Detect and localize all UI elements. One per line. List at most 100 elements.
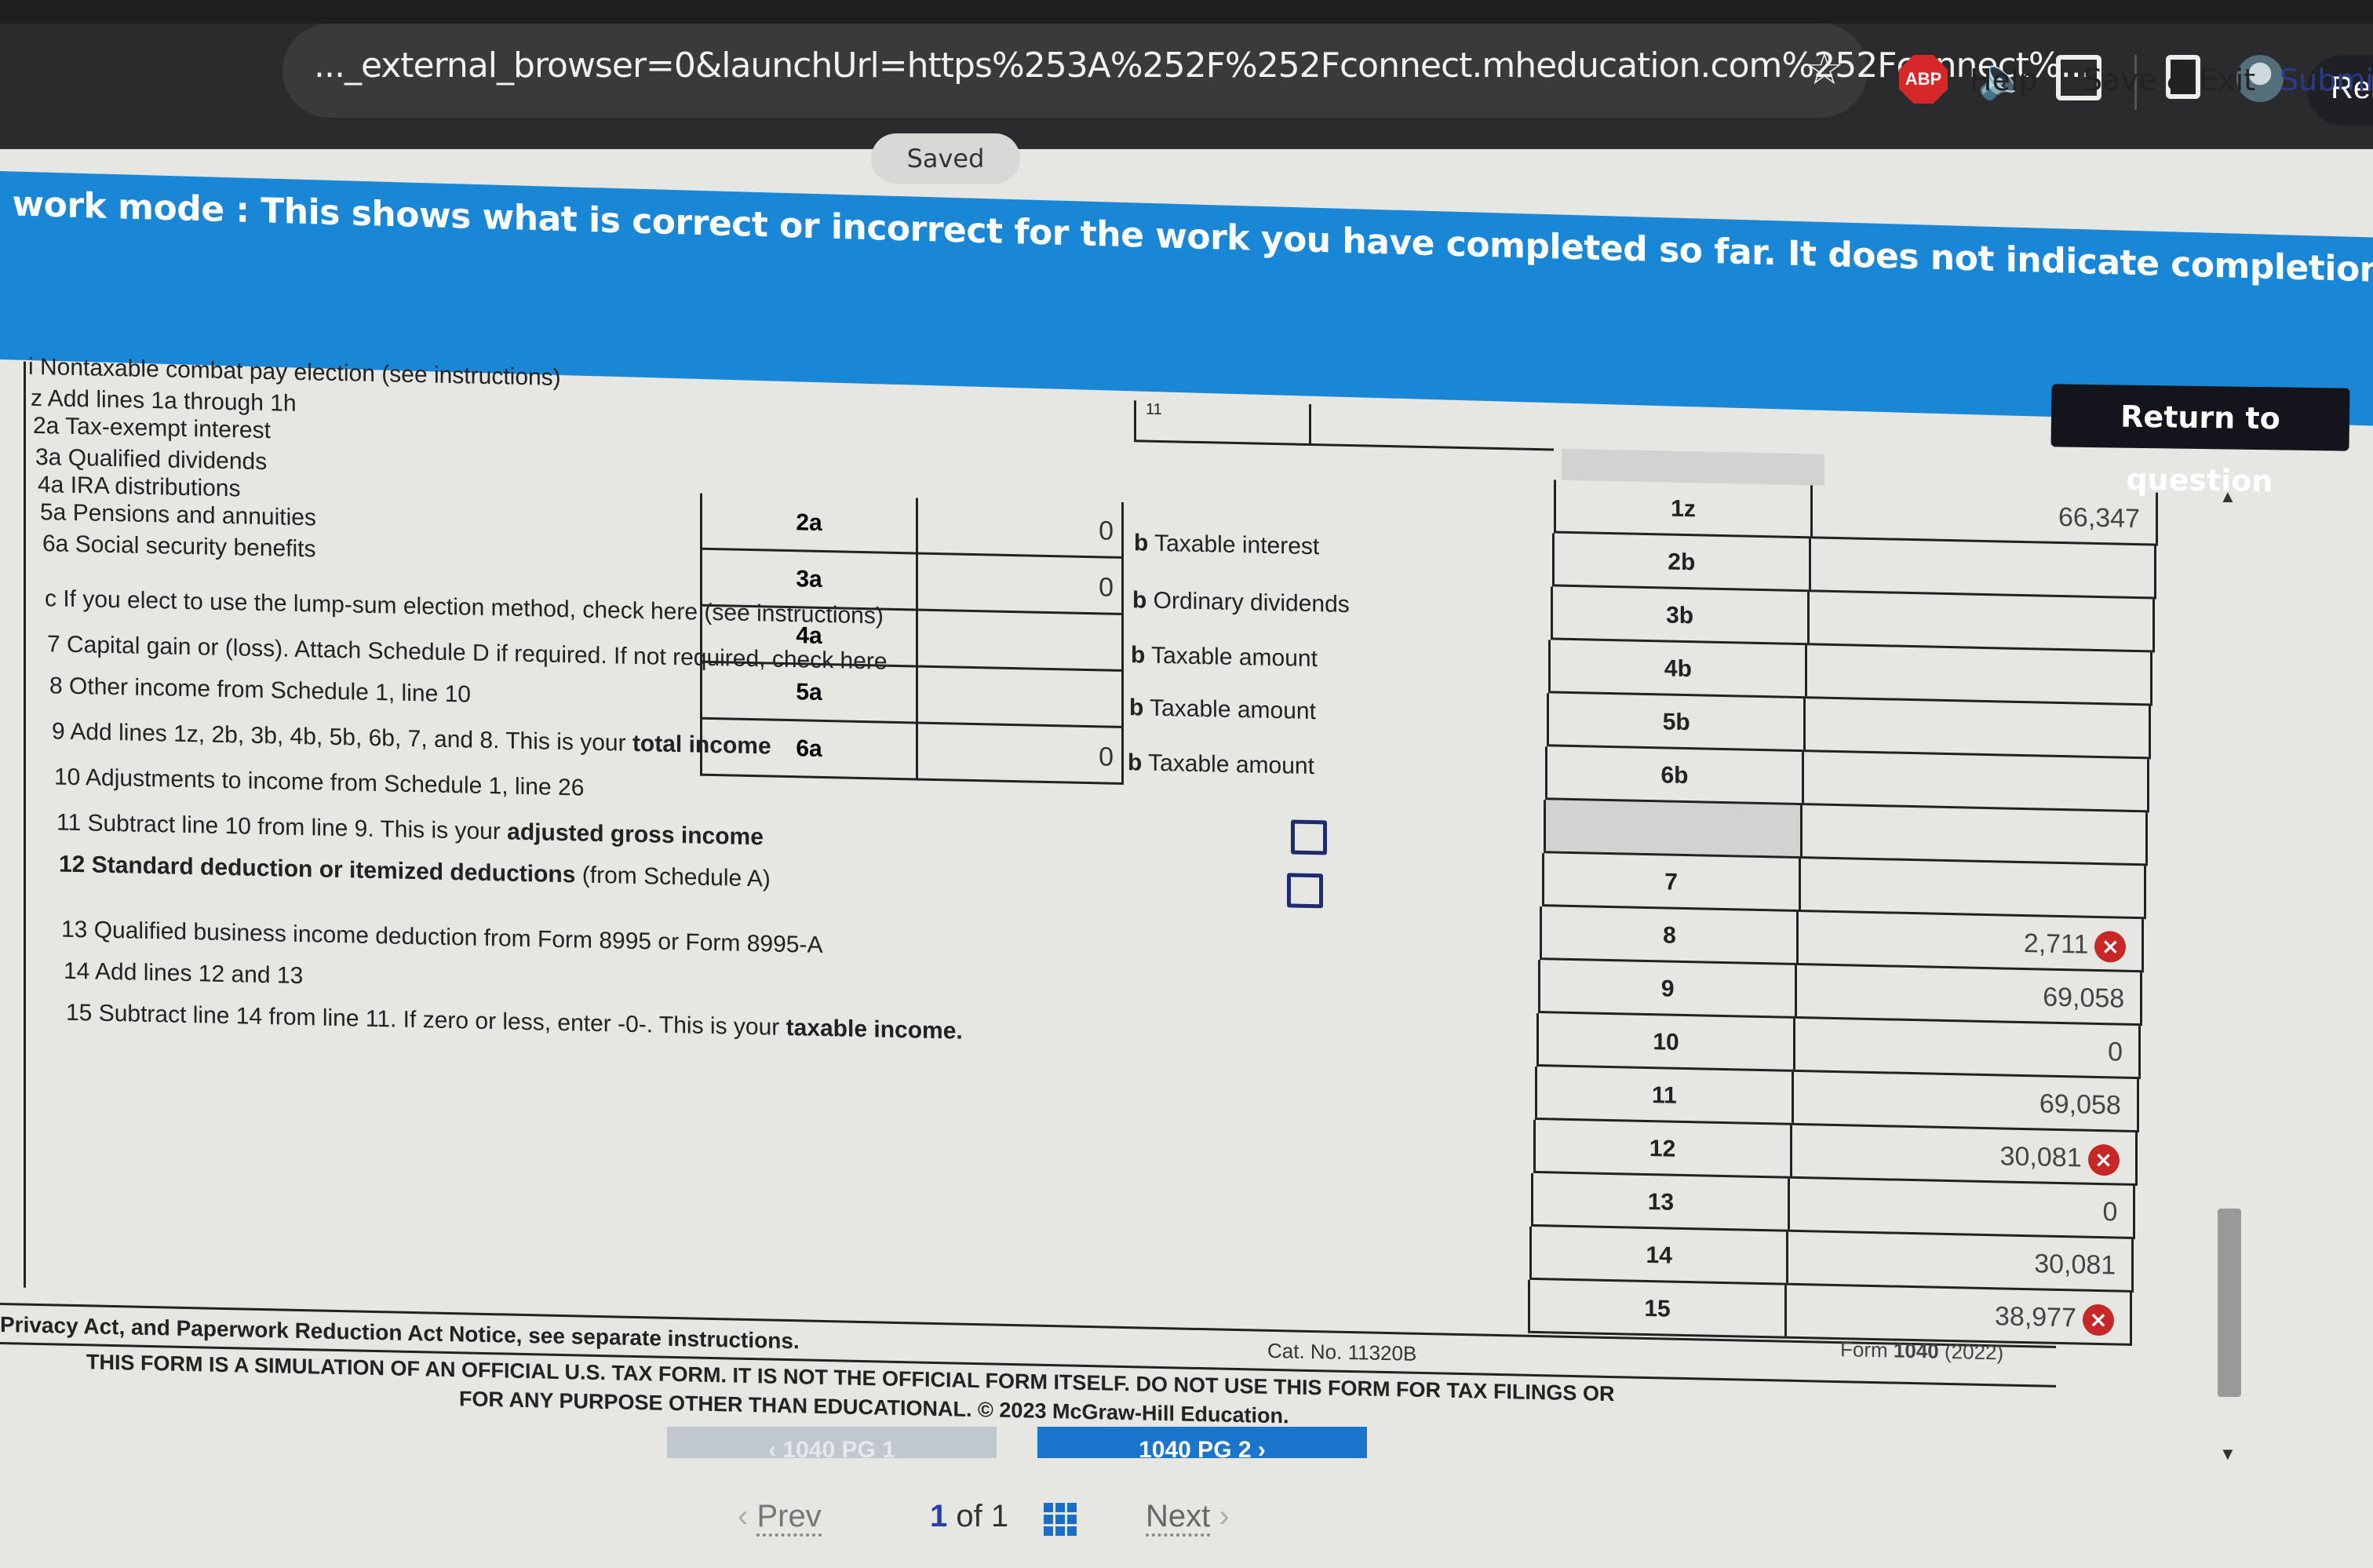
amount-value: 69,058 [2043, 982, 2125, 1014]
form-line-text: 10 Adjustments to income from Schedule 1… [54, 764, 585, 801]
b-label: b Taxable amount [1128, 749, 1314, 780]
amount-input-9[interactable]: 69,058 [1799, 965, 2143, 1024]
amount-input-7[interactable] [1803, 859, 2146, 917]
amount-input-8[interactable]: 2,711 × [1801, 912, 2145, 971]
form-line-3a: 3a Qualified dividends [35, 444, 267, 476]
form-line-11: 11 Subtract line 10 from line 9. This is… [56, 810, 764, 851]
save-exit-link[interactable]: Save & Exit [2083, 63, 2255, 97]
form-line-1z: z Add lines 1a through 1h [31, 385, 297, 418]
form-line-text: 14 Add lines 12 and 13 [64, 957, 304, 990]
chevron-right-icon: › [1219, 1499, 1230, 1533]
form-id-year: (2022) [1944, 1339, 2004, 1365]
form-line-8: 8 Other income from Schedule 1, line 10 [49, 673, 471, 708]
amount-value: 0 [2108, 1037, 2123, 1067]
amount-input-14[interactable]: 30,081 [1791, 1231, 2134, 1290]
address-bar[interactable]: ..._external_browser=0&launchUrl=https%2… [282, 24, 2092, 118]
pager-current: 1 [930, 1499, 948, 1533]
scroll-down-arrow-icon[interactable]: ▼ [2219, 1444, 2236, 1464]
line-code: 6a [702, 719, 918, 781]
form-line-2a: 2a Tax-exempt interest [33, 413, 271, 444]
form-line-text: 8 Other income from Schedule 1, line 10 [49, 673, 471, 708]
amount-input-4a[interactable] [920, 611, 1114, 669]
line-code: 3a [702, 549, 918, 609]
amount-input-15[interactable]: 38,977 × [1789, 1285, 2132, 1344]
amount-input-10[interactable]: 0 [1798, 1018, 2141, 1078]
pager-count: 1 of 1 [930, 1499, 1008, 1534]
scroll-thumb[interactable] [2218, 1209, 2241, 1397]
b-text: Taxable amount [1150, 695, 1316, 725]
b-text: Taxable amount [1148, 749, 1314, 780]
line-1h-box-left [1134, 400, 1136, 440]
amount-input-3a[interactable]: 0 [920, 555, 1114, 613]
amount-input-blank [1804, 805, 2148, 864]
amount-input-5b[interactable] [1808, 698, 2152, 757]
pager-prev-label[interactable]: Prev [756, 1499, 822, 1537]
adblock-plus-icon[interactable]: ABP [1899, 55, 1948, 104]
pager-next[interactable]: Next › [1146, 1499, 1230, 1537]
form-line-14: 14 Add lines 12 and 13 [64, 958, 303, 990]
line-code: 3b [1550, 586, 1810, 644]
amount-value: 0 [2102, 1197, 2118, 1227]
page-scrollbar[interactable]: ▲ ▼ [2213, 471, 2244, 1475]
line-1h-marker: 11 [1146, 400, 1162, 419]
x-circle-icon: × [2083, 1304, 2114, 1336]
pager-prev[interactable]: ‹ Prev [738, 1499, 822, 1537]
pager-of: of [956, 1499, 982, 1533]
line-1h-box-divider [1309, 403, 1311, 444]
form-line-4a: 4a IRA distributions [38, 472, 240, 502]
amount-input-12[interactable]: 30,081 × [1794, 1125, 2138, 1184]
lump-sum-election-checkbox[interactable] [1291, 819, 1327, 855]
amount-input-2a[interactable]: 0 [920, 498, 1114, 556]
app-header: Saved [0, 118, 2373, 184]
schedule-d-not-required-checkbox[interactable] [1287, 873, 1323, 909]
b-prefix: b [1131, 642, 1146, 669]
form-line-bold: 12 Standard deduction or itemized deduct… [59, 851, 576, 888]
form-line-text: 5a Pensions and annuities [40, 499, 316, 531]
next-page-button[interactable]: 1040 PG 2 › [1037, 1427, 1367, 1458]
line-code: 4a [702, 606, 918, 665]
x-circle-icon: × [2087, 1143, 2120, 1176]
line-code: 5b [1547, 693, 1806, 750]
b-label: b Taxable amount [1131, 642, 1318, 673]
b-prefix: b [1128, 749, 1143, 776]
line-code: 9 [1538, 960, 1798, 1016]
b-label: b Ordinary dividends [1132, 587, 1350, 618]
form-id: Form 1040 (2022) [1840, 1337, 2003, 1365]
amount-input-13[interactable]: 0 [1792, 1178, 2136, 1238]
pager-next-label[interactable]: Next [1146, 1499, 1211, 1537]
prev-page-button[interactable]: ‹ 1040 PG 1 [667, 1427, 997, 1458]
form-line-text: (from Schedule A) [581, 862, 771, 892]
star-icon[interactable]: ☆ [1805, 47, 1844, 91]
form-line-6a: 6a Social security benefits [42, 531, 316, 563]
form-line-9: 9 Add lines 1z, 2b, 3b, 4b, 5b, 6b, 7, a… [52, 718, 771, 760]
line-code: 6b [1545, 746, 1804, 804]
amount-input-11[interactable]: 69,058 [1795, 1071, 2139, 1131]
amount-input-6b[interactable] [1806, 752, 2149, 811]
saved-status-badge: Saved [871, 133, 1020, 184]
form-line-15: 15 Subtract line 14 from line 11. If zer… [66, 1000, 963, 1045]
amount-input-6a[interactable]: 0 [920, 724, 1114, 785]
b-prefix: b [1134, 530, 1149, 556]
amount-input-1z[interactable]: 66,347 [1815, 485, 2158, 544]
grid-icon[interactable] [1044, 1503, 1077, 1536]
amount-input-2b[interactable] [1813, 538, 2156, 597]
chevron-left-icon: ‹ [738, 1499, 757, 1533]
amount-a-row-3a: 3a 0 [702, 549, 1121, 615]
b-label: b Taxable amount [1129, 695, 1316, 725]
amount-input-3b[interactable] [1811, 592, 2155, 651]
amount-b-table: 1z 66,347 2b 3b 4b 5b 6b 7 8 2,711 × 9 69,058 10 0 11 69… [1528, 448, 2158, 1355]
scroll-up-arrow-icon[interactable]: ▲ [2219, 487, 2236, 507]
amount-input-5a[interactable] [920, 668, 1114, 726]
amount-a-row-5a: 5a [702, 662, 1121, 728]
pager-total: 1 [990, 1499, 1009, 1533]
form-line-bold: taxable income. [786, 1014, 963, 1045]
form-id-prefix: Form [1840, 1337, 1888, 1362]
form-id-number: 1040 [1893, 1338, 1939, 1363]
amount-input-4b[interactable] [1810, 645, 2153, 704]
line-code: 5a [702, 662, 918, 722]
b-prefix: b [1132, 587, 1147, 614]
return-to-question-button[interactable]: Return to question [2050, 384, 2350, 498]
submit-link[interactable]: Submit [2280, 63, 2373, 97]
form-line-13: 13 Qualified business income deduction f… [61, 917, 822, 959]
help-link[interactable]: Help [1970, 63, 2038, 97]
